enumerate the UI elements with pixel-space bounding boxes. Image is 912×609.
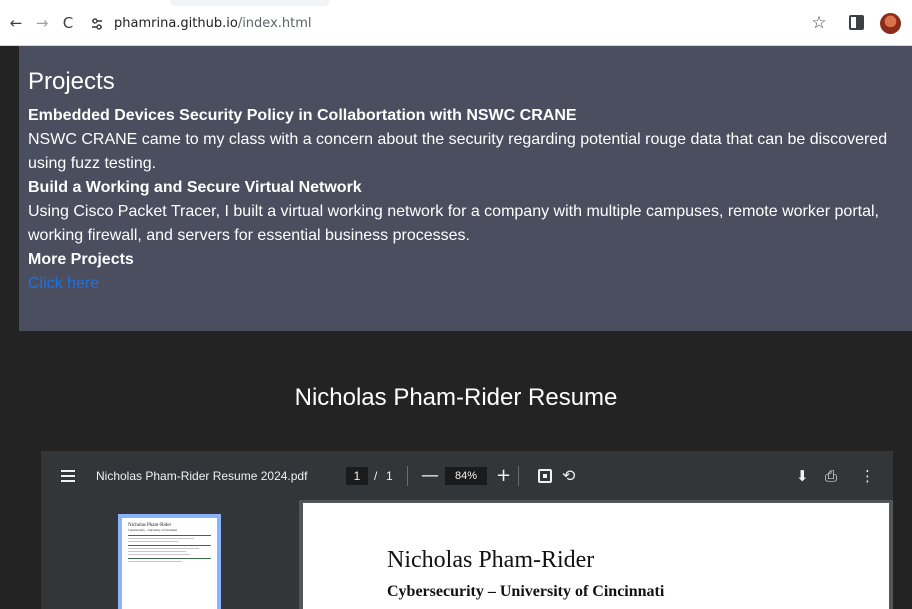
page-separator: /	[374, 468, 378, 483]
bookmark-star-icon[interactable]: ☆	[808, 12, 830, 34]
side-panel-icon[interactable]	[849, 15, 864, 30]
url-path: /index.html	[237, 16, 312, 31]
project-item: Embedded Devices Security Policy in Coll…	[28, 104, 912, 176]
rotate-icon[interactable]: ⟲	[562, 451, 575, 500]
toolbar-divider	[518, 466, 519, 486]
address-bar[interactable]: phamrina.github.io/index.html	[84, 10, 784, 37]
url-text[interactable]: phamrina.github.io/index.html	[114, 16, 312, 31]
zoom-out-button[interactable]: —	[421, 451, 439, 500]
zoom-in-button[interactable]: +	[496, 451, 511, 500]
project-title: Embedded Devices Security Policy in Coll…	[28, 107, 577, 124]
projects-heading: Projects	[28, 68, 115, 95]
resume-heading: Nicholas Pham-Rider Resume	[294, 384, 618, 411]
projects-section: Projects Embedded Devices Security Polic…	[19, 46, 912, 331]
project-title: Build a Working and Secure Virtual Netwo…	[28, 179, 362, 196]
tab-strip-edge	[170, 0, 330, 6]
page-thumbnail[interactable]: Nicholas Pham-Rider Cybersecurity – Univ…	[118, 514, 221, 609]
project-item: Build a Working and Secure Virtual Netwo…	[28, 176, 912, 248]
resume-subtitle: Cybersecurity – University of Cincinnati	[387, 583, 665, 600]
thumbnail-subtitle: Cybersecurity – University of Cincinnati	[128, 528, 177, 532]
project-description: NSWC CRANE came to my class with a conce…	[28, 131, 888, 172]
back-arrow-icon[interactable]: ←	[6, 13, 26, 33]
print-icon[interactable]: ⎙	[825, 451, 837, 500]
toolbar-divider	[407, 466, 408, 486]
profile-avatar[interactable]	[880, 13, 901, 34]
url-host: phamrina.github.io	[114, 16, 238, 31]
more-options-icon[interactable]: ⋮	[860, 451, 875, 500]
more-projects-link[interactable]: Click here	[28, 272, 99, 296]
download-icon[interactable]: ⬇	[796, 451, 809, 500]
menu-icon[interactable]	[59, 451, 77, 500]
pdf-page: Nicholas Pham-Rider Cybersecurity – Univ…	[303, 503, 889, 609]
more-projects-title: More Projects	[28, 251, 134, 268]
project-description: Using Cisco Packet Tracer, I built a vir…	[28, 203, 879, 244]
site-info-icon[interactable]	[86, 13, 108, 35]
page-number-field[interactable]: 1	[346, 451, 368, 500]
pdf-file-name: Nicholas Pham-Rider Resume 2024.pdf	[96, 468, 308, 483]
browser-toolbar: ← → C phamrina.github.io/index.html ☆	[0, 0, 912, 46]
reload-icon[interactable]: C	[58, 13, 78, 33]
pdf-toolbar: Nicholas Pham-Rider Resume 2024.pdf 1 / …	[41, 451, 893, 500]
forward-arrow-icon[interactable]: →	[32, 13, 52, 33]
resume-name: Nicholas Pham-Rider	[387, 547, 595, 573]
zoom-level-input[interactable]: 84%	[445, 466, 487, 485]
thumbnail-sidebar: Nicholas Pham-Rider Cybersecurity – Univ…	[41, 500, 299, 609]
pdf-viewer: Nicholas Pham-Rider Resume 2024.pdf 1 / …	[41, 451, 893, 609]
zoom-level-field[interactable]: 84%	[445, 451, 487, 500]
page-total: 1	[386, 468, 393, 483]
fit-to-page-icon[interactable]	[538, 451, 552, 500]
page-number-input[interactable]: 1	[346, 466, 368, 485]
